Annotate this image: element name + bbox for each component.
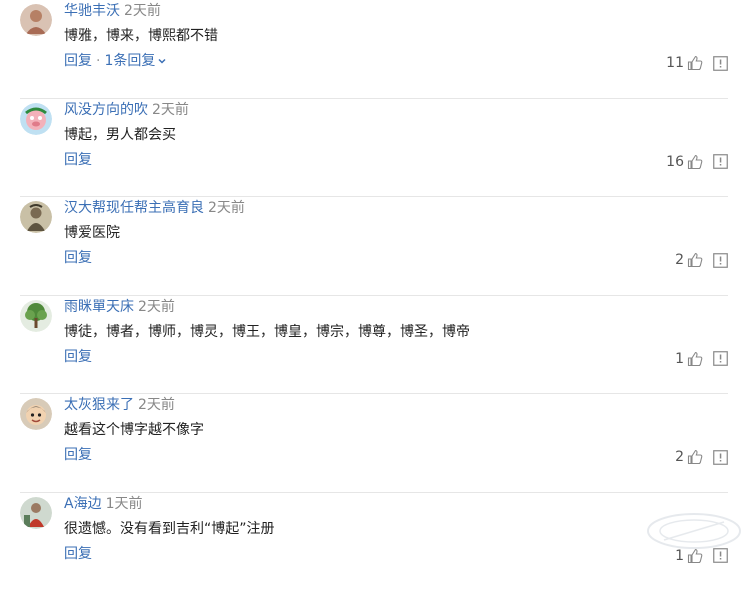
reply-button[interactable]: 回复: [64, 53, 92, 69]
comment-meta: 风没方向的吹2天前: [64, 100, 189, 120]
comment-actions: 回复: [64, 445, 92, 465]
reply-button[interactable]: 回复: [64, 152, 92, 168]
comment-actions: 回复·1条回复: [64, 51, 167, 71]
timestamp: 1天前: [106, 496, 143, 512]
chevron-down-icon: [157, 56, 167, 66]
like-count: 16: [666, 154, 684, 170]
avatar[interactable]: [20, 103, 52, 135]
comment-meta: 雨眯單天床2天前: [64, 297, 175, 317]
comment-stats: 1: [675, 349, 728, 369]
report-icon[interactable]: [713, 351, 728, 366]
username[interactable]: 雨眯單天床: [64, 299, 134, 315]
comment-item: 太灰狠来了2天前 越看这个博字越不像字 回复 2: [0, 394, 750, 493]
comment-text: 很遗憾。没有看到吉利“博起”注册: [64, 519, 275, 539]
comment-item: 华驰丰沃2天前 博雅，博来，博熙都不错 回复·1条回复 11: [0, 0, 750, 99]
comment-text: 博爱医院: [64, 223, 120, 243]
username[interactable]: 汉大帮现任帮主高育良: [64, 200, 204, 216]
timestamp: 2天前: [152, 102, 189, 118]
username[interactable]: 太灰狠来了: [64, 397, 134, 413]
avatar[interactable]: [20, 398, 52, 430]
thumb-up-icon[interactable]: [687, 154, 703, 170]
comment-meta: 汉大帮现任帮主高育良2天前: [64, 198, 245, 218]
report-icon[interactable]: [713, 56, 728, 71]
avatar[interactable]: [20, 300, 52, 332]
replies-toggle[interactable]: 1条回复: [104, 53, 167, 69]
comment-item: 汉大帮现任帮主高育良2天前 博爱医院 回复 2: [0, 197, 750, 296]
like-count: 11: [666, 55, 684, 71]
comment-meta: 太灰狠来了2天前: [64, 395, 175, 415]
comment-text: 越看这个博字越不像字: [64, 420, 204, 440]
username[interactable]: A海边: [64, 496, 102, 512]
comment-actions: 回复: [64, 150, 92, 170]
report-icon[interactable]: [713, 450, 728, 465]
avatar[interactable]: [20, 497, 52, 529]
timestamp: 2天前: [208, 200, 245, 216]
comment-actions: 回复: [64, 544, 92, 564]
reply-button[interactable]: 回复: [64, 546, 92, 562]
comment-stats: 2: [675, 447, 728, 467]
username[interactable]: 风没方向的吹: [64, 102, 148, 118]
comment-stats: 11: [666, 53, 728, 73]
like-count: 1: [675, 351, 684, 367]
comment-item: 雨眯單天床2天前 博徒，博者，博师，博灵，博王，博皇，博宗，博尊，博圣，博帝 回…: [0, 296, 750, 395]
comment-actions: 回复: [64, 347, 92, 367]
comment-text: 博徒，博者，博师，博灵，博王，博皇，博宗，博尊，博圣，博帝: [64, 322, 470, 342]
avatar[interactable]: [20, 4, 52, 36]
reply-button[interactable]: 回复: [64, 250, 92, 266]
comment-meta: A海边1天前: [64, 494, 143, 514]
thumb-up-icon[interactable]: [687, 449, 703, 465]
timestamp: 2天前: [124, 3, 161, 19]
report-icon[interactable]: [713, 253, 728, 268]
comment-stats: 16: [666, 152, 728, 172]
like-count: 2: [675, 252, 684, 268]
comment-item: 风没方向的吹2天前 博起，男人都会买 回复 16: [0, 99, 750, 198]
reply-button[interactable]: 回复: [64, 349, 92, 365]
avatar[interactable]: [20, 201, 52, 233]
report-icon[interactable]: [713, 154, 728, 169]
thumb-up-icon[interactable]: [687, 55, 703, 71]
thumb-up-icon[interactable]: [687, 351, 703, 367]
watermark-logo: [644, 510, 744, 552]
comment-text: 博起，男人都会买: [64, 125, 176, 145]
comment-text: 博雅，博来，博熙都不错: [64, 26, 218, 46]
reply-button[interactable]: 回复: [64, 447, 92, 463]
separator-dot: ·: [96, 53, 100, 69]
timestamp: 2天前: [138, 299, 175, 315]
comment-stats: 2: [675, 250, 728, 270]
comment-meta: 华驰丰沃2天前: [64, 1, 161, 21]
comment-list: 华驰丰沃2天前 博雅，博来，博熙都不错 回复·1条回复 11 风没方向的吹2天前: [0, 0, 750, 591]
comment-actions: 回复: [64, 248, 92, 268]
like-count: 2: [675, 449, 684, 465]
replies-count-label: 1条回复: [104, 53, 155, 69]
thumb-up-icon[interactable]: [687, 252, 703, 268]
username[interactable]: 华驰丰沃: [64, 3, 120, 19]
comment-item: A海边1天前 很遗憾。没有看到吉利“博起”注册 回复 1: [0, 493, 750, 591]
timestamp: 2天前: [138, 397, 175, 413]
